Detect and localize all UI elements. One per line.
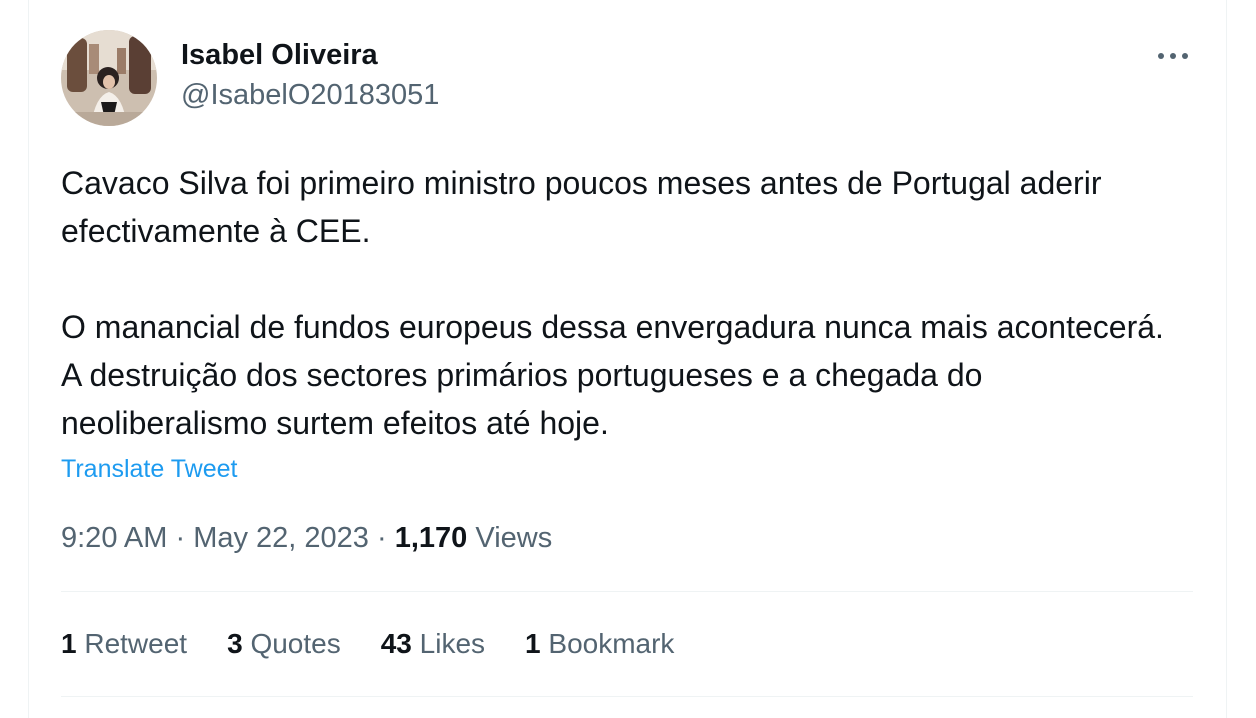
more-horizontal-icon xyxy=(1158,53,1188,59)
tweet-page: Isabel Oliveira @IsabelO20183051 Cavaco … xyxy=(0,0,1256,718)
author-handle[interactable]: @IsabelO20183051 xyxy=(181,78,439,112)
divider-bottom xyxy=(61,696,1193,697)
profile-photo-image xyxy=(61,30,157,126)
views-count[interactable]: 1,170 xyxy=(395,522,468,554)
tweet-meta: 9:20 AM · May 22, 2023 · 1,170 Views xyxy=(61,518,552,558)
meta-separator-1: · xyxy=(175,522,186,554)
engagement-stats: 1 Retweet 3 Quotes 43 Likes 1 Bookmark xyxy=(61,624,674,664)
stat-retweets[interactable]: 1 Retweet xyxy=(61,624,187,664)
more-options-button[interactable] xyxy=(1150,40,1196,72)
stat-count: 43 xyxy=(380,628,412,659)
tweet-body: Cavaco Silva foi primeiro ministro pouco… xyxy=(61,159,1171,447)
stat-quotes[interactable]: 3 Quotes xyxy=(227,624,341,664)
stat-label: Bookmark xyxy=(548,628,675,659)
stat-label: Retweet xyxy=(84,628,188,659)
views-label[interactable]: Views xyxy=(475,522,552,554)
translate-tweet-link[interactable]: Translate Tweet xyxy=(61,453,237,485)
stat-count: 1 xyxy=(525,628,541,659)
stat-count: 3 xyxy=(227,628,243,659)
tweet-paragraph-1: Cavaco Silva foi primeiro ministro pouco… xyxy=(61,165,1102,249)
tweet-time[interactable]: 9:20 AM xyxy=(61,522,167,554)
stat-label: Quotes xyxy=(250,628,341,659)
tweet-date[interactable]: May 22, 2023 xyxy=(193,522,369,554)
stat-likes[interactable]: 43 Likes xyxy=(381,624,485,664)
author-display-name[interactable]: Isabel Oliveira xyxy=(181,38,378,72)
stat-label: Likes xyxy=(419,628,486,659)
avatar[interactable] xyxy=(61,30,157,126)
stat-bookmarks[interactable]: 1 Bookmark xyxy=(525,624,674,664)
stat-count: 1 xyxy=(61,628,77,659)
meta-separator-2: · xyxy=(377,522,387,554)
tweet-paragraph-2: O manancial de fundos europeus dessa env… xyxy=(61,309,1164,441)
divider-top xyxy=(61,591,1193,592)
